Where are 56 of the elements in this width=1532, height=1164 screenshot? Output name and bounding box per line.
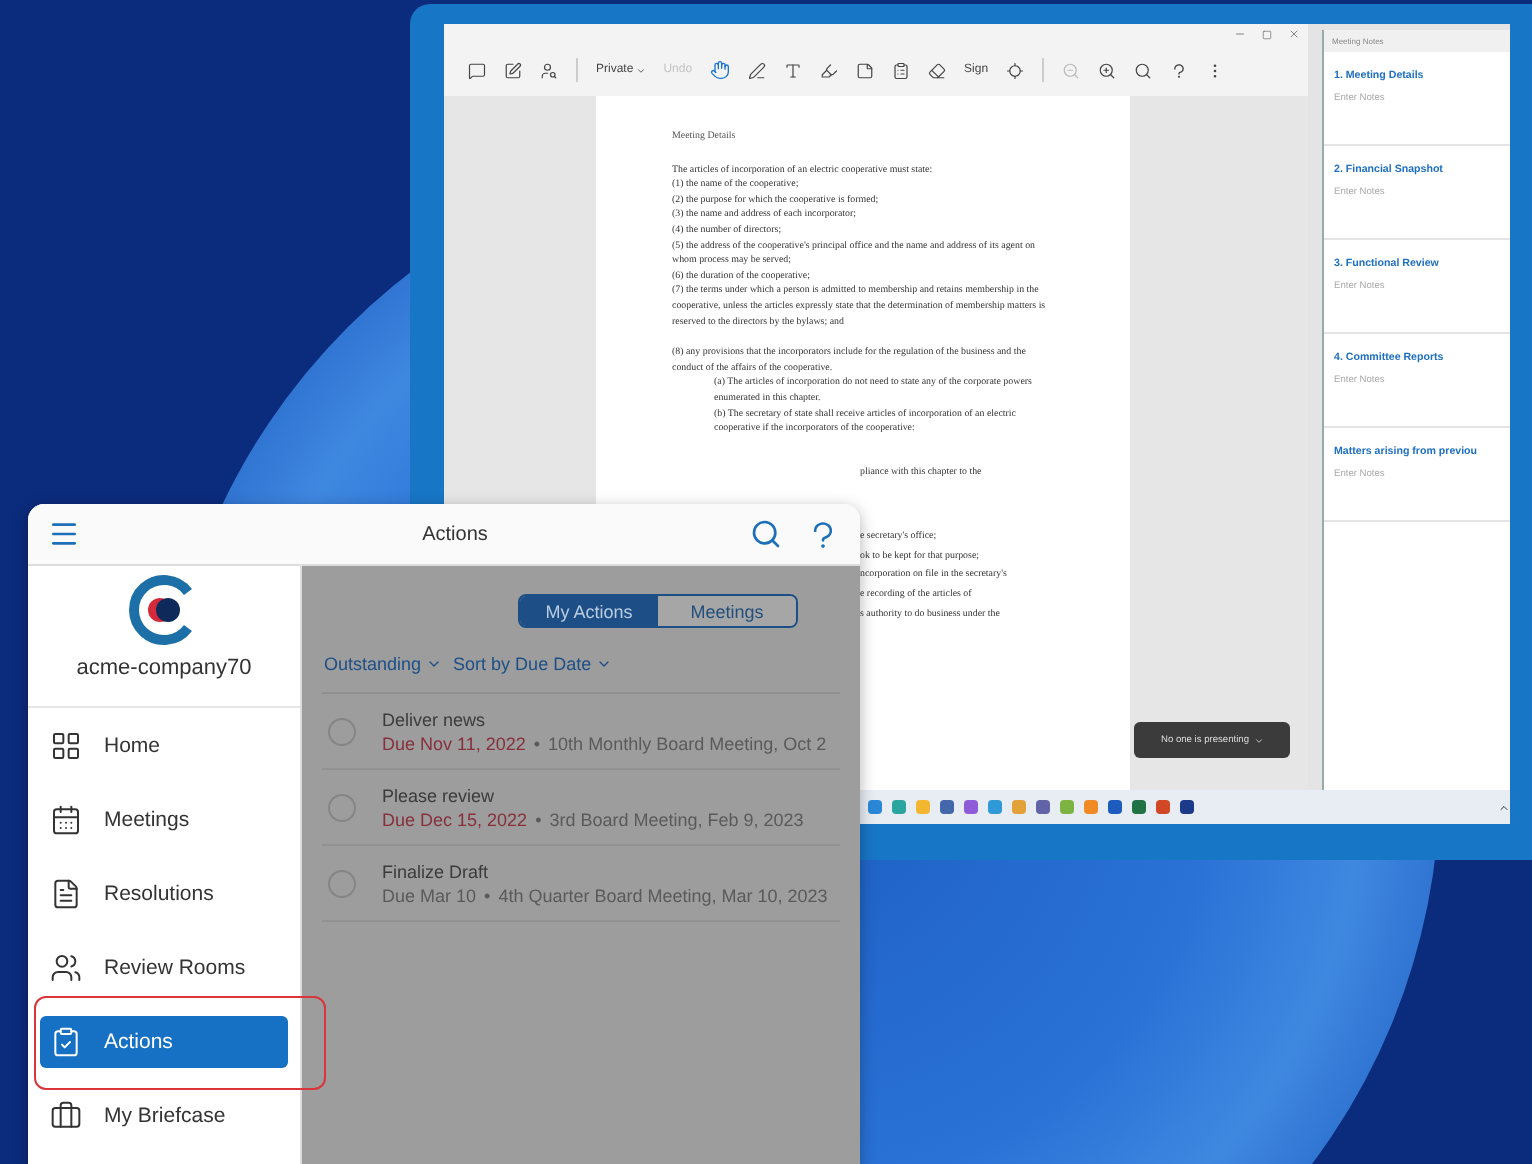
edit-icon[interactable]: [504, 61, 522, 79]
search-icon[interactable]: [750, 518, 782, 550]
comment-icon[interactable]: [468, 61, 486, 79]
bullet-separator: •: [533, 733, 541, 753]
nav-item[interactable]: Home: [40, 720, 288, 772]
help-icon[interactable]: [1170, 61, 1189, 79]
action-title: Deliver news: [382, 709, 488, 729]
hand-icon[interactable]: [710, 60, 731, 80]
nav-item[interactable]: My Briefcase: [40, 1090, 288, 1142]
due-date: Due Mar 10: [382, 885, 477, 905]
meeting-name: 4th Quarter Board Meeting, Mar 10, 2023: [498, 885, 828, 905]
segment-tab[interactable]: Meetings: [658, 596, 796, 626]
chevron-down-icon: [595, 656, 612, 672]
complete-radio[interactable]: [328, 793, 356, 821]
briefcase-icon: [50, 1100, 82, 1132]
target-icon[interactable]: [1006, 61, 1025, 79]
calendar-icon: [50, 804, 82, 836]
grid-icon: [50, 730, 82, 762]
nav-item[interactable]: Review Rooms: [40, 942, 288, 994]
pen-icon[interactable]: [748, 61, 767, 79]
chevron-down-icon: [425, 656, 442, 672]
app-title: Actions: [420, 523, 490, 545]
eraser-icon[interactable]: [928, 61, 947, 79]
filter-dropdown[interactable]: Sort by Due Date: [453, 654, 612, 674]
note-icon[interactable]: [856, 61, 875, 79]
bullet-separator: •: [535, 809, 542, 829]
complete-radio[interactable]: [328, 717, 356, 745]
due-date: Due Nov 11, 2022: [382, 733, 526, 753]
close-icon[interactable]: [1288, 28, 1300, 40]
company-name: acme-company70: [76, 656, 252, 680]
chevron-up-icon[interactable]: [1498, 801, 1510, 813]
nav-item[interactable]: Meetings: [40, 794, 288, 846]
action-title: Finalize Draft: [382, 861, 491, 881]
nav-item[interactable]: Actions: [40, 1016, 288, 1068]
meeting-name: 10th Monthly Board Meeting, Oct 2: [548, 733, 827, 753]
text-icon[interactable]: [784, 61, 803, 79]
segment-tab[interactable]: My Actions: [520, 596, 658, 626]
menu-icon[interactable]: [48, 518, 80, 550]
user-search-icon[interactable]: [540, 61, 558, 79]
due-date: Due Dec 15, 2022: [382, 809, 528, 829]
complete-radio[interactable]: [328, 869, 356, 897]
nav-item[interactable]: Resolutions: [40, 868, 288, 920]
people-icon: [50, 952, 82, 984]
meeting-name: 3rd Board Meeting, Feb 9, 2023: [549, 809, 804, 829]
clipboard-check-icon: [50, 1026, 82, 1058]
chevron-down-icon: [1253, 735, 1263, 745]
clipboard-icon[interactable]: [892, 61, 911, 79]
document-icon: [50, 878, 82, 910]
chevron-down-icon: [635, 65, 646, 75]
maximize-icon[interactable]: [1262, 29, 1272, 39]
filter-dropdown[interactable]: Outstanding: [324, 654, 442, 674]
zoom-in-icon[interactable]: [1098, 61, 1117, 79]
highlighter-icon[interactable]: [820, 61, 839, 79]
bullet-separator: •: [484, 885, 491, 905]
search-icon[interactable]: [1134, 61, 1153, 79]
action-title: Please review: [382, 785, 497, 805]
